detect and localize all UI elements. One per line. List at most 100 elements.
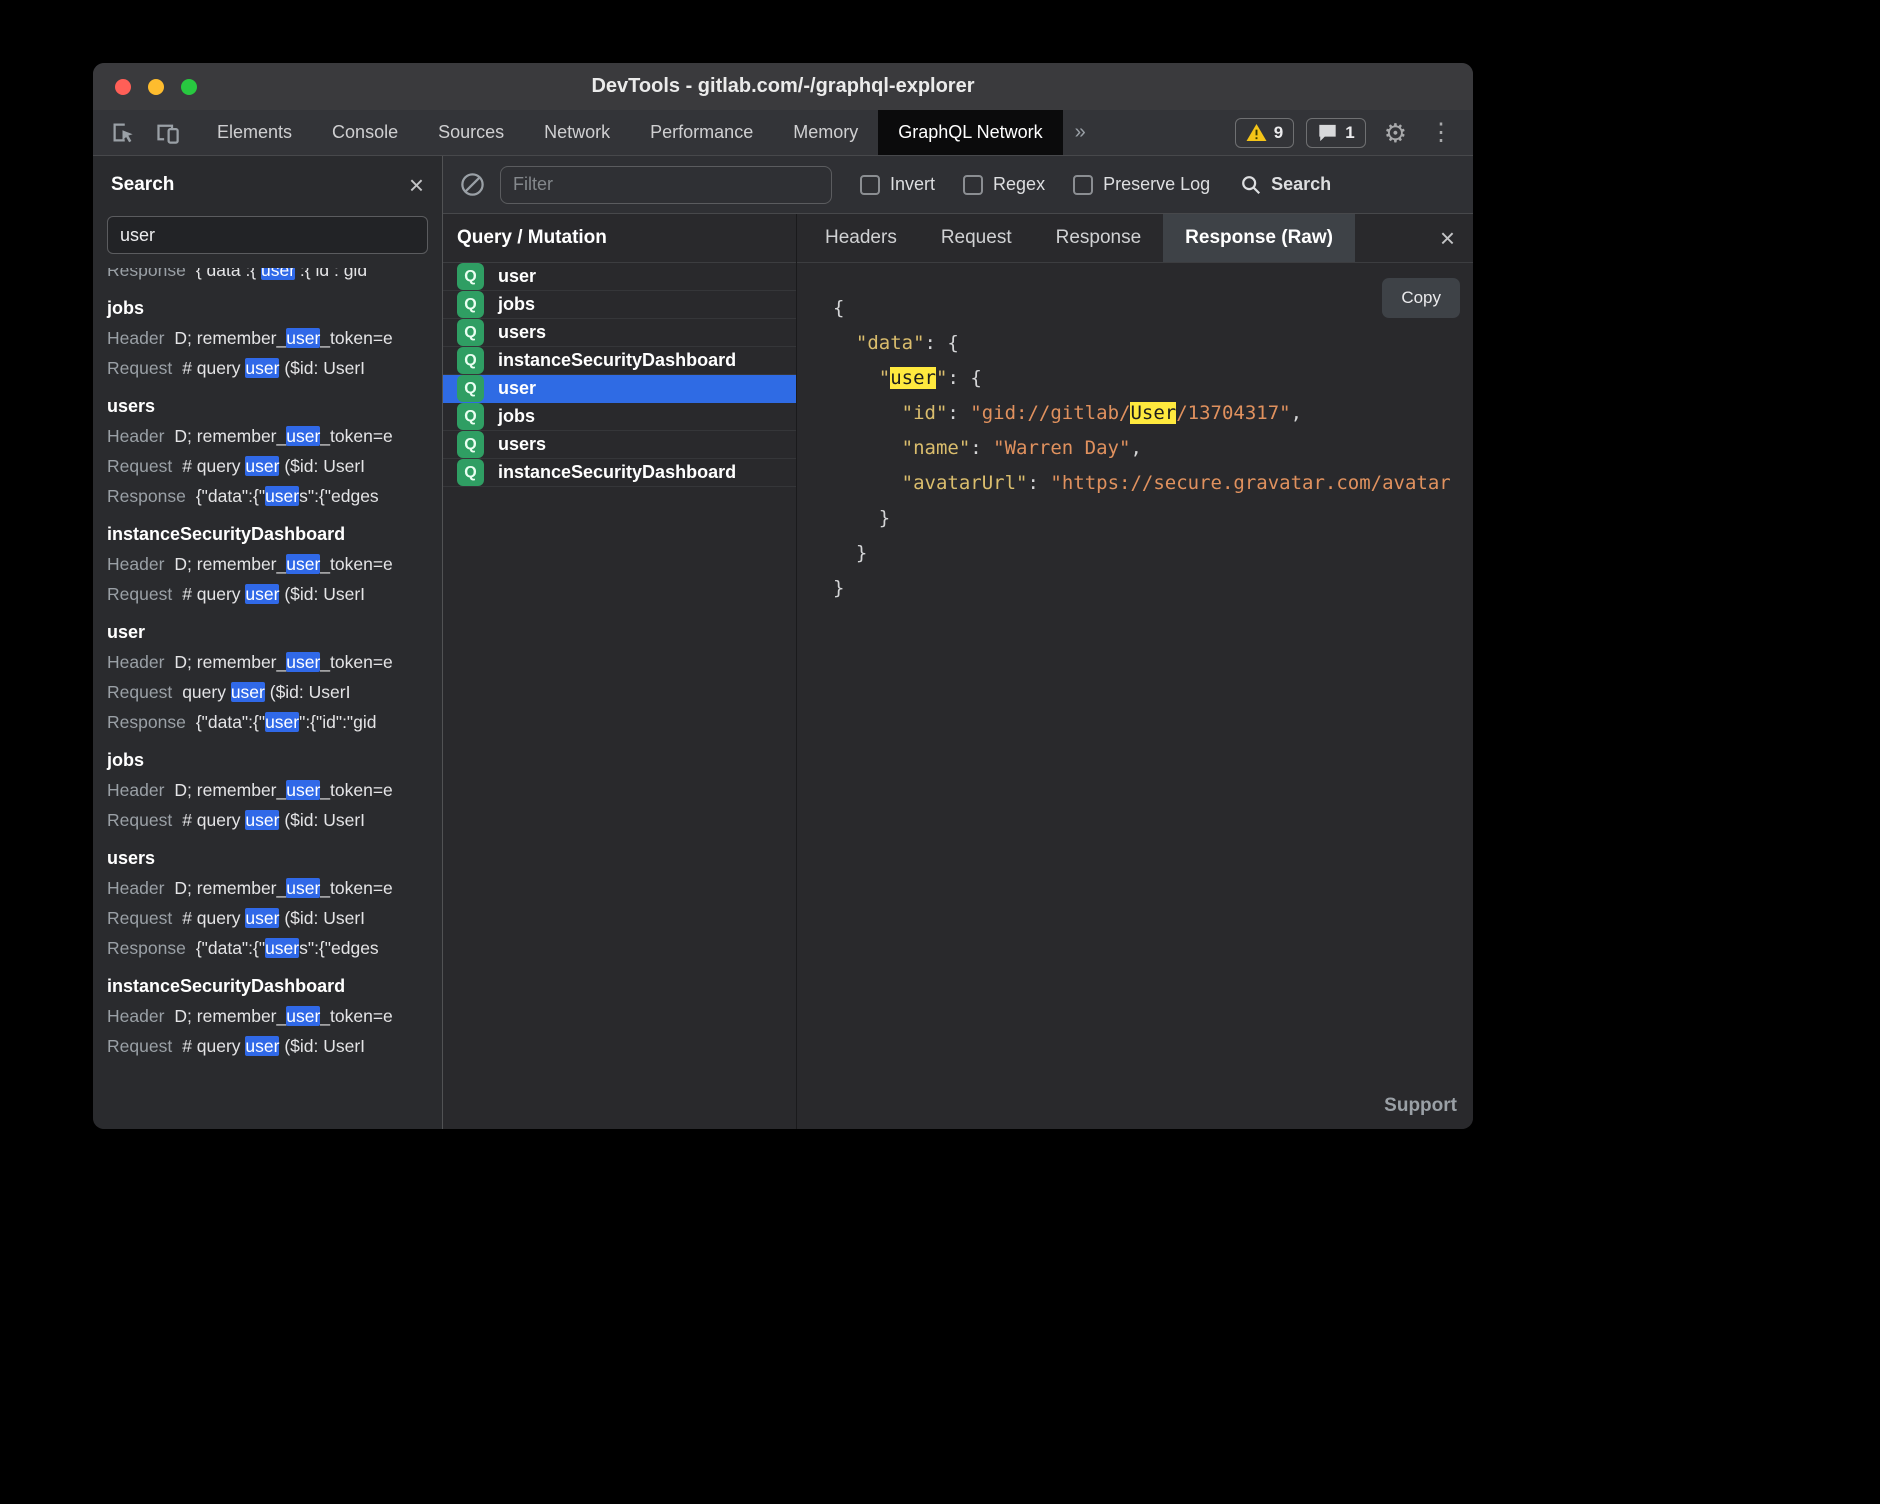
search-result-line[interactable]: Response{"data":{"users":{"edges — [107, 933, 428, 963]
search-result-line-text: # query user ($id: UserI — [182, 1031, 365, 1061]
search-result-line[interactable]: Response{"data":{"user":{"id":"gid — [107, 707, 428, 737]
json-line: "id": "gid://gitlab/User/13704317", — [833, 396, 1473, 431]
search-match-highlight: user — [286, 328, 320, 348]
messages-badge[interactable]: 1 — [1306, 118, 1365, 148]
query-list-item[interactable]: Qjobs — [443, 403, 796, 431]
query-type-badge: Q — [457, 319, 484, 346]
devtools-tab-memory[interactable]: Memory — [773, 110, 878, 155]
clear-icon[interactable] — [459, 171, 486, 198]
search-result-line[interactable]: Response{"data":{"users":{"edges — [107, 481, 428, 511]
search-result-line[interactable]: HeaderD; remember_user_token=e — [107, 549, 428, 579]
search-result-line[interactable]: Request# query user ($id: UserI — [107, 903, 428, 933]
titlebar[interactable]: DevTools - gitlab.com/-/graphql-explorer — [93, 63, 1473, 110]
query-list-item-label: jobs — [498, 406, 535, 427]
search-result-line[interactable]: Request# query user ($id: UserI — [107, 579, 428, 609]
checkbox-invert[interactable]: Invert — [860, 174, 935, 195]
search-result-line-label: Header — [107, 1001, 164, 1031]
search-icon — [1240, 174, 1262, 196]
search-result-group-title[interactable]: users — [107, 843, 428, 873]
search-toggle-button[interactable]: Search — [1240, 174, 1331, 196]
query-list-item[interactable]: Quser — [443, 375, 796, 403]
search-result-group-title[interactable]: jobs — [107, 745, 428, 775]
search-match-highlight: user — [245, 584, 279, 604]
checkbox-preserve-log[interactable]: Preserve Log — [1073, 174, 1210, 195]
json-response-code: { "data": { "user": { "id": "gid://gitla… — [833, 291, 1473, 606]
search-result-line[interactable]: HeaderD; remember_user_token=e — [107, 647, 428, 677]
search-result-group-title[interactable]: jobs — [107, 293, 428, 323]
zoom-traffic-light[interactable] — [181, 79, 197, 95]
inspect-element-icon[interactable] — [109, 119, 136, 146]
search-match-highlight: user — [245, 358, 279, 378]
query-list-item[interactable]: Qjobs — [443, 291, 796, 319]
devtools-tab-performance[interactable]: Performance — [630, 110, 773, 155]
response-tab-response-raw[interactable]: Response (Raw) — [1163, 214, 1355, 262]
response-tab-headers[interactable]: Headers — [803, 214, 919, 262]
search-match-highlight: user — [286, 652, 320, 672]
search-match-highlight: user — [245, 908, 279, 928]
devtools-tab-sources[interactable]: Sources — [418, 110, 524, 155]
warnings-badge[interactable]: 9 — [1235, 118, 1294, 148]
search-result-line[interactable]: Header D; remember_user_token=e — [107, 1001, 428, 1031]
search-result-group-title[interactable]: users — [107, 391, 428, 421]
search-panel-header: Search × — [93, 156, 442, 214]
search-result-line-text: # query user ($id: UserI — [182, 903, 365, 933]
search-close-icon[interactable]: × — [409, 172, 424, 198]
checkbox-box-preserve-log[interactable] — [1073, 175, 1093, 195]
search-result-line-text: # query user ($id: UserI — [182, 805, 365, 835]
checkbox-box-invert[interactable] — [860, 175, 880, 195]
devtools-tab-graphql-network[interactable]: GraphQL Network — [878, 110, 1062, 155]
response-tab-request[interactable]: Request — [919, 214, 1034, 262]
settings-gear-icon[interactable]: ⚙ — [1378, 120, 1413, 146]
filter-input[interactable] — [500, 166, 832, 204]
devtools-tab-elements[interactable]: Elements — [197, 110, 312, 155]
copy-button[interactable]: Copy — [1382, 278, 1460, 318]
response-close-icon[interactable]: × — [1422, 225, 1473, 251]
device-toolbar-icon[interactable] — [154, 119, 181, 146]
checkbox-regex[interactable]: Regex — [963, 174, 1045, 195]
network-column: Invert Regex Preserve Log Search Query / M… — [443, 156, 1473, 1129]
query-list-item-label: instanceSecurityDashboard — [498, 350, 736, 371]
json-line: "avatarUrl": "https://secure.gravatar.co… — [833, 466, 1473, 501]
search-result-line[interactable]: HeaderD; remember_user_token=e — [107, 775, 428, 805]
search-result-line[interactable]: Request# query user ($id: UserI — [107, 451, 428, 481]
search-result-line[interactable]: Request# query user ($id: UserI — [107, 353, 428, 383]
kebab-menu-icon[interactable]: ⋮ — [1425, 121, 1457, 145]
json-line: "data": { — [833, 326, 1473, 361]
search-result-group-title[interactable]: instanceSecurityDashboard — [107, 519, 428, 549]
search-result-line-text: # query user ($id: UserI — [182, 353, 365, 383]
search-match-highlight: user — [265, 712, 299, 732]
query-list-item[interactable]: Qusers — [443, 431, 796, 459]
query-list-item[interactable]: QinstanceSecurityDashboard — [443, 347, 796, 375]
query-list-item[interactable]: Qusers — [443, 319, 796, 347]
search-result-line[interactable]: Requestquery user ($id: UserI — [107, 677, 428, 707]
minimize-traffic-light[interactable] — [148, 79, 164, 95]
close-traffic-light[interactable] — [115, 79, 131, 95]
response-tab-response[interactable]: Response — [1034, 214, 1164, 262]
checkbox-box-regex[interactable] — [963, 175, 983, 195]
devtools-tab-network[interactable]: Network — [524, 110, 630, 155]
search-input[interactable] — [107, 216, 428, 254]
query-list-item[interactable]: QinstanceSecurityDashboard — [443, 459, 796, 487]
query-list-header: Query / Mutation — [443, 214, 796, 263]
search-result-line[interactable]: Response{ data :{ user :{ id : gid — [107, 268, 428, 285]
search-result-group-title[interactable]: instanceSecurityDashboard — [107, 971, 428, 1001]
search-result-group-title[interactable]: user — [107, 617, 428, 647]
search-result-line-label: Request — [107, 579, 172, 609]
search-result-line-text: D; remember_user_token=e — [174, 775, 392, 805]
search-result-line[interactable]: Request # query user ($id: UserI — [107, 805, 428, 835]
search-result-line-label: Request — [107, 805, 172, 835]
search-match-highlight: user — [245, 1036, 279, 1056]
support-link[interactable]: Support — [1384, 1095, 1457, 1117]
search-result-line-label: Response — [107, 933, 186, 963]
devtools-tab-console[interactable]: Console — [312, 110, 418, 155]
query-list-item[interactable]: Quser — [443, 263, 796, 291]
devtools-tab-strip: ElementsConsoleSourcesNetworkPerformance… — [197, 110, 1063, 155]
more-tabs-icon[interactable]: » — [1063, 110, 1098, 155]
search-result-line[interactable]: HeaderD; remember_user_token=e — [107, 421, 428, 451]
search-result-line[interactable]: HeaderD; remember_user_token=e — [107, 323, 428, 353]
window-title: DevTools - gitlab.com/-/graphql-explorer — [591, 75, 974, 98]
search-result-line[interactable]: HeaderD; remember_user_token=e — [107, 873, 428, 903]
search-result-line-text: D; remember_user_token=e — [174, 1001, 392, 1031]
search-result-line-text: {"data":{"user":{"id":"gid — [196, 707, 377, 737]
search-result-line[interactable]: Request# query user ($id: UserI — [107, 1031, 428, 1061]
